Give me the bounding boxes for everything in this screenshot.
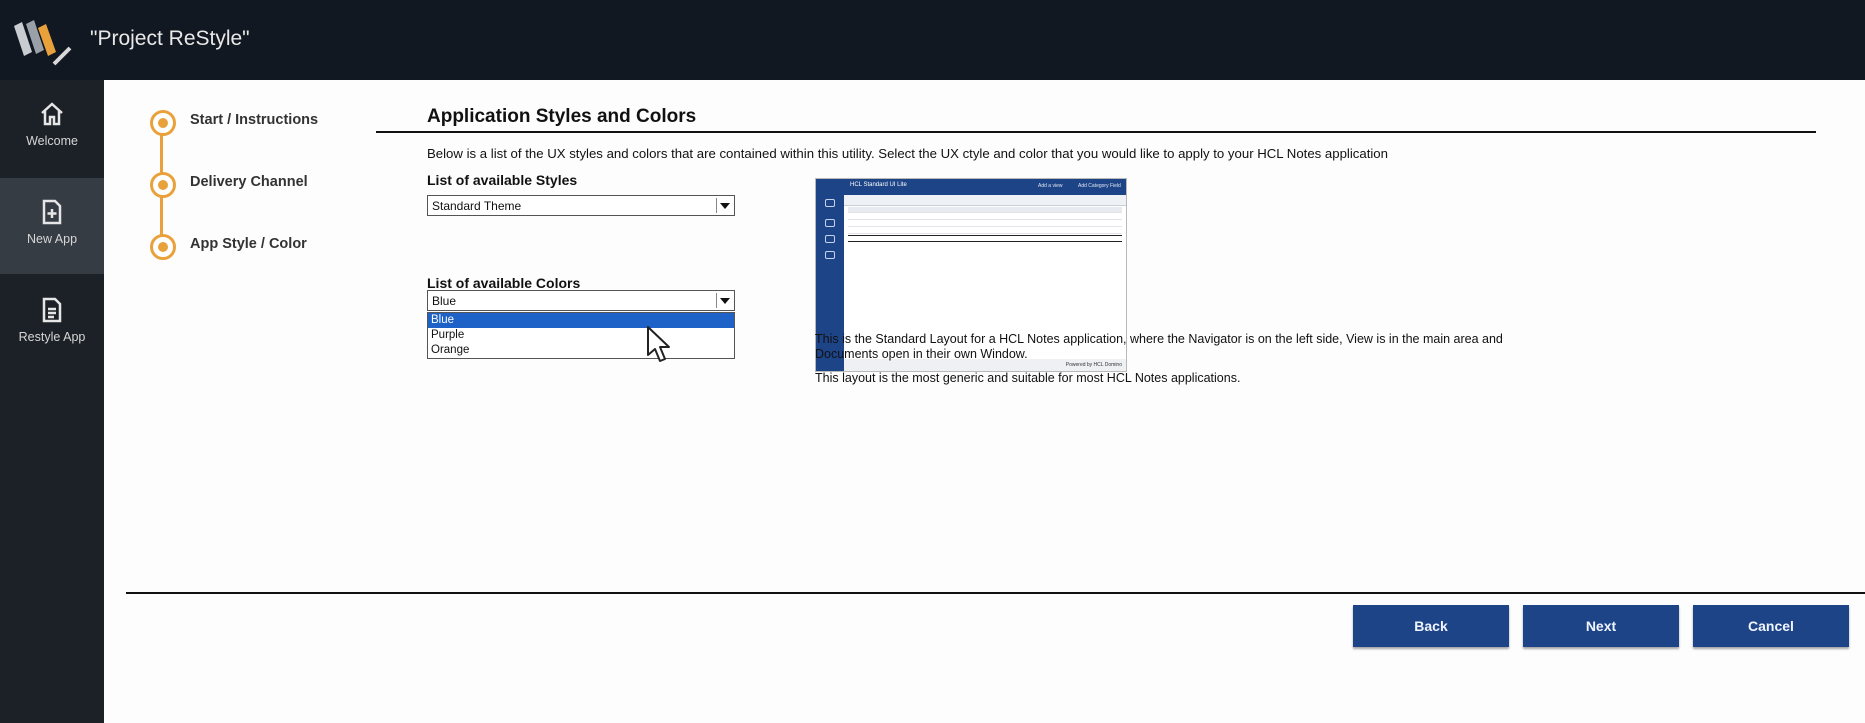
preview-nav-icon [825,235,835,243]
color-option-orange[interactable]: Orange [428,343,734,358]
preview-header-action: Add Category Field [1078,183,1121,189]
footer-divider [126,592,1865,594]
layout-note: This layout is the most generic and suit… [815,371,1241,385]
step-marker-icon [150,110,176,136]
color-option-blue[interactable]: Blue [428,313,734,328]
preview-footer-text: Powered by HCL Domino [1065,362,1122,368]
preview-nav-icon [825,199,835,207]
preview-nav-icon [825,219,835,227]
preview-nav-icon [825,251,835,259]
preview-view-header [848,207,1122,213]
nav-label-new-app: New App [26,232,78,246]
preview-view-row [848,228,1122,234]
layout-description: This is the Standard Layout for a HCL No… [815,332,1503,362]
nav-item-new-app[interactable]: New App [0,178,104,274]
styles-label: List of available Styles [427,172,578,188]
chevron-down-icon[interactable] [716,293,732,308]
step-marker-icon [150,234,176,260]
main-panel: Start / Instructions Delivery Channel Ap… [104,80,1865,723]
side-navigation: Welcome New App Restyle App [0,80,104,723]
mouse-cursor-icon [647,326,670,362]
nav-label-welcome: Welcome [26,134,78,148]
heading-divider [376,131,1816,133]
styles-select-value: Standard Theme [432,199,522,213]
home-icon [41,102,63,126]
step-connector [160,193,163,236]
colors-select-value: Blue [432,294,457,308]
app-logo-icon [14,20,72,66]
intro-text: Below is a list of the UX styles and col… [427,146,1388,161]
preview-toolbar [844,195,1126,206]
page-title: Application Styles and Colors [427,106,697,127]
cancel-button[interactable]: Cancel [1693,605,1849,647]
styles-select[interactable]: Standard Theme [427,195,735,216]
preview-header-action: Add a view [1038,183,1063,189]
title-bar: "Project ReStyle" [0,0,1865,80]
step-label: Delivery Channel [190,174,308,190]
step-connector [160,131,163,173]
preview-title: HCL Standard UI Lite [850,182,907,188]
layout-description-line: Documents open in their own Window. [815,347,1028,361]
layout-description-line: This is the Standard Layout for a HCL No… [815,332,1503,346]
nav-item-restyle-app[interactable]: Restyle App [0,276,104,372]
back-button[interactable]: Back [1353,605,1509,647]
step-label: Start / Instructions [190,112,319,128]
nav-label-restyle-app: Restyle App [18,330,86,344]
document-icon [42,297,62,323]
chevron-down-icon[interactable] [716,198,732,213]
app-title: "Project ReStyle" [90,27,250,50]
nav-item-welcome[interactable]: Welcome [0,80,104,176]
colors-select[interactable]: Blue [427,290,735,311]
preview-view-row [848,221,1122,227]
preview-view-row [848,235,1122,242]
preview-view-row [848,214,1122,220]
step-marker-icon [150,172,176,198]
colors-label: List of available Colors [427,275,581,291]
color-option-purple[interactable]: Purple [428,328,734,343]
next-button[interactable]: Next [1523,605,1679,647]
colors-dropdown-list: Blue Purple Orange [427,312,735,359]
new-document-icon [42,199,62,225]
step-label: App Style / Color [190,236,307,252]
